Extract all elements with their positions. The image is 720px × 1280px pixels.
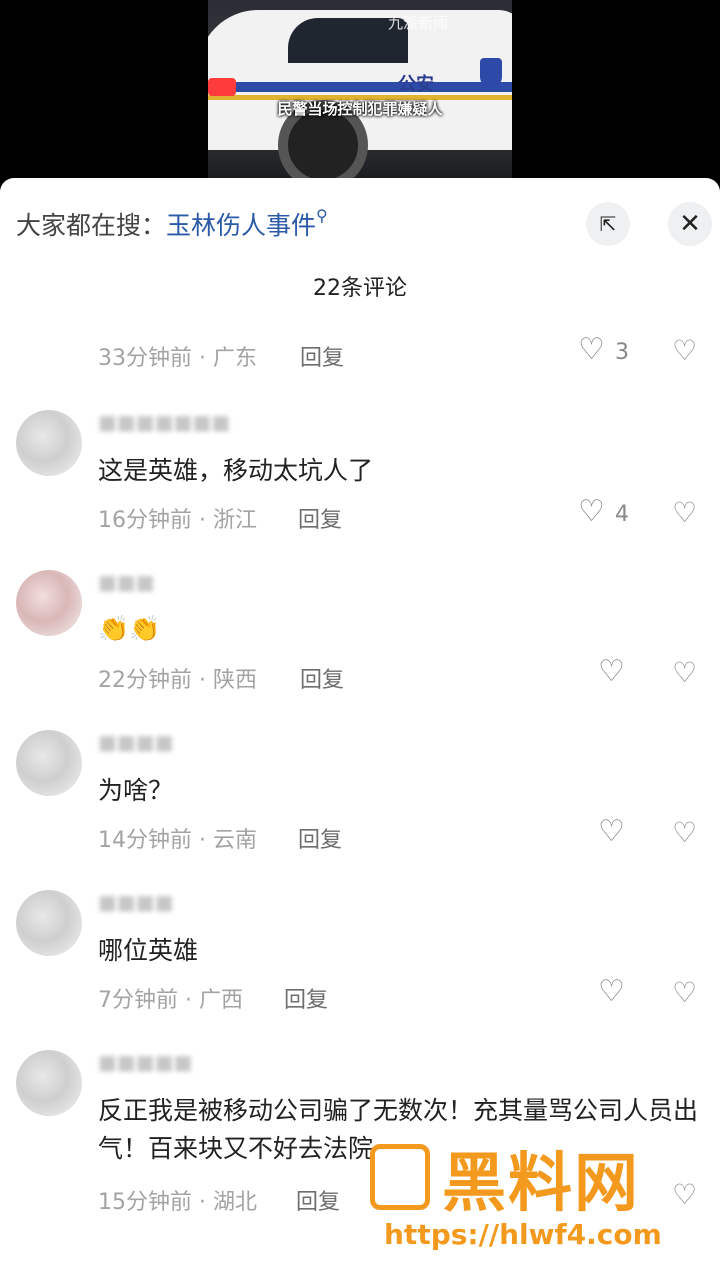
video-frame[interactable]: 公安 九派新闻 民警当场控制犯罪嫌疑人 — [208, 0, 512, 180]
site-watermark: 黑料网 https://hlwf4.com — [370, 1138, 700, 1268]
heart-icon[interactable]: ♡ — [598, 654, 625, 689]
comment-item: ■■■■■■■ 这是英雄，移动太坑人了 16分钟前 · 浙江 回复 ♡ 4 ♡ — [0, 404, 720, 544]
comment-time-location: 14分钟前 · 云南 — [98, 828, 257, 853]
comment-time-location: 33分钟前 · 广东 — [98, 346, 257, 371]
car-label: 公安 — [398, 74, 434, 95]
video-brand-watermark: 九派新闻 — [388, 14, 449, 32]
heart-icon[interactable]: ♡ — [598, 974, 625, 1009]
avatar[interactable] — [16, 570, 82, 636]
hot-search-prefix: 大家都在搜： — [16, 211, 167, 240]
comments-sheet: 大家都在搜：玉林伤人事件⚲ ⇱ ✕ 22条评论 33分钟前 · 广东 回复 ♡ … — [0, 178, 720, 1280]
reply-button[interactable]: 回复 — [300, 340, 344, 372]
like-count: 3 — [615, 340, 629, 365]
watermark-logo-icon — [370, 1144, 430, 1210]
comment-count: 22条评论 — [313, 276, 407, 301]
comment-item: ■■■ 👏👏 22分钟前 · 陕西 回复 ♡ ♡ — [0, 564, 720, 704]
avatar[interactable] — [16, 410, 82, 476]
heart-icon[interactable]: ♡ — [578, 494, 605, 529]
watermark-url: https://hlwf4.com — [384, 1218, 662, 1251]
username[interactable]: ■■■■ — [98, 730, 174, 754]
reply-button[interactable]: 回复 — [296, 1184, 340, 1216]
expand-button[interactable]: ⇱ — [586, 202, 630, 246]
hot-search-bar[interactable]: 大家都在搜：玉林伤人事件⚲ — [16, 206, 328, 242]
car-stripe — [208, 82, 512, 92]
police-badge-icon — [480, 58, 502, 88]
reply-button[interactable]: 回复 — [284, 982, 328, 1014]
comment-time-location: 22分钟前 · 陕西 — [98, 668, 257, 693]
expand-icon: ⇱ — [599, 212, 617, 236]
avatar[interactable] — [16, 1050, 82, 1116]
comment-text: 👏👏 — [98, 614, 161, 643]
comment-item: ■■■■ 为啥？ 14分钟前 · 云南 回复 ♡ ♡ — [0, 724, 720, 864]
comment-item: ■■■■ 哪位英雄 7分钟前 · 广西 回复 ♡ ♡ — [0, 884, 720, 1024]
reply-button[interactable]: 回复 — [298, 502, 342, 534]
comment-text: 哪位英雄 — [98, 936, 199, 965]
username[interactable]: ■■■■ — [98, 890, 174, 914]
avatar[interactable] — [16, 730, 82, 796]
comment-time-location: 16分钟前 · 浙江 — [98, 508, 257, 533]
video-player[interactable]: 公安 九派新闻 民警当场控制犯罪嫌疑人 — [0, 0, 720, 180]
watermark-name: 黑料网 — [442, 1147, 640, 1221]
close-icon: ✕ — [679, 209, 701, 239]
heart-icon[interactable]: ♡ — [598, 814, 625, 849]
reply-button[interactable]: 回复 — [300, 662, 344, 694]
comment-time-location: 15分钟前 · 湖北 — [98, 1190, 257, 1215]
reply-button[interactable]: 回复 — [298, 822, 342, 854]
comment-text: 为啥？ — [98, 776, 174, 805]
dislike-icon[interactable]: ♡ — [672, 816, 697, 849]
hot-search-term[interactable]: 玉林伤人事件 — [166, 211, 316, 240]
comment-item: 33分钟前 · 广东 回复 ♡ 3 ♡ — [0, 328, 720, 388]
avatar[interactable] — [16, 890, 82, 956]
dislike-icon[interactable]: ♡ — [672, 334, 697, 367]
dislike-icon[interactable]: ♡ — [672, 496, 697, 529]
like-count: 4 — [615, 502, 629, 527]
car-taillight — [208, 78, 236, 96]
username[interactable]: ■■■■■■■ — [98, 410, 230, 434]
video-caption: 民警当场控制犯罪嫌疑人 — [277, 100, 443, 118]
username[interactable]: ■■■ — [98, 570, 155, 594]
close-button[interactable]: ✕ — [668, 202, 712, 246]
dislike-icon[interactable]: ♡ — [672, 976, 697, 1009]
dislike-icon[interactable]: ♡ — [672, 656, 697, 689]
heart-icon[interactable]: ♡ — [578, 332, 605, 367]
comment-time-location: 7分钟前 · 广西 — [98, 988, 243, 1013]
comment-text: 这是英雄，移动太坑人了 — [98, 456, 374, 485]
username[interactable]: ■■■■■ — [98, 1050, 192, 1074]
search-icon: ⚲ — [316, 206, 328, 225]
